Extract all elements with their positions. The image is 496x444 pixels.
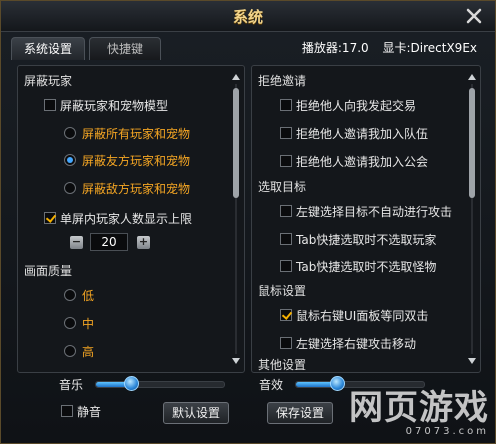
section-other: 其他设置 [258, 358, 307, 372]
scroll-up-icon[interactable] [232, 74, 240, 80]
decrease-button[interactable]: − [70, 236, 83, 249]
scroll-up-icon[interactable] [468, 74, 476, 80]
tab-no-monster-checkbox[interactable] [280, 260, 292, 272]
right-settings-panel: 拒绝邀请 拒绝他人向我发起交易 拒绝他人邀请我加入队伍 拒绝他人邀请我加入公会 … [251, 65, 481, 373]
hide-enemy-label: 屏蔽敌方玩家和宠物 [82, 182, 191, 196]
quality-high-label: 高 [82, 345, 95, 359]
mute-label: 静音 [77, 405, 102, 419]
quality-low-label: 低 [82, 289, 95, 303]
hide-all-label: 屏蔽所有玩家和宠物 [82, 127, 191, 141]
window-title: 系统 [232, 8, 263, 26]
player-limit-checkbox[interactable] [44, 212, 56, 224]
refuse-guild-label: 拒绝他人邀请我加入公会 [296, 155, 429, 169]
tab-no-player-label: Tab快捷选取时不选取玩家 [296, 233, 437, 247]
hide-models-label: 屏蔽玩家和宠物模型 [60, 99, 169, 113]
left-settings-panel: 屏蔽玩家 屏蔽玩家和宠物模型 屏蔽所有玩家和宠物 屏蔽友方玩家和宠物 屏蔽敌方玩… [17, 65, 245, 373]
hide-models-checkbox[interactable] [44, 99, 56, 111]
quality-mid-radio[interactable] [64, 317, 76, 329]
close-icon [466, 8, 482, 24]
watermark-logo: 网页游戏 07073.com [349, 390, 489, 437]
title-bar: 系统 [1, 1, 495, 32]
section-target: 选取目标 [258, 180, 307, 194]
refuse-trade-label: 拒绝他人向我发起交易 [296, 99, 417, 113]
quality-high-radio[interactable] [64, 345, 76, 357]
tab-system-settings[interactable]: 系统设置 [11, 37, 85, 60]
player-limit-value[interactable]: 20 [90, 233, 128, 251]
refuse-trade-checkbox[interactable] [280, 99, 292, 111]
sfx-label: 音效 [259, 378, 284, 392]
refuse-team-checkbox[interactable] [280, 127, 292, 139]
minus-icon: − [71, 235, 82, 248]
refuse-team-label: 拒绝他人邀请我加入队伍 [296, 127, 429, 141]
no-auto-attack-checkbox[interactable] [280, 205, 292, 217]
quality-low-radio[interactable] [64, 289, 76, 301]
music-slider[interactable] [95, 376, 225, 392]
section-quality: 画面质量 [24, 264, 73, 278]
no-auto-attack-label: 左键选择目标不自动进行攻击 [296, 205, 453, 219]
hide-all-radio[interactable] [64, 127, 76, 139]
scroll-down-icon[interactable] [232, 358, 240, 364]
player-limit-label: 单屏内玩家人数显示上限 [60, 212, 193, 226]
close-button[interactable] [465, 7, 483, 25]
music-label: 音乐 [59, 378, 84, 392]
hide-enemy-radio[interactable] [64, 182, 76, 194]
gpu-info: 显卡:DirectX9Ex [382, 41, 477, 55]
right-click-ui-checkbox[interactable] [280, 309, 292, 321]
right-scrollbar[interactable] [468, 74, 476, 364]
version-info: 播放器:17.0 显卡:DirectX9Ex [292, 39, 477, 56]
left-select-right-attack-checkbox[interactable] [280, 337, 292, 349]
scroll-thumb[interactable] [233, 88, 239, 198]
hide-friendly-label: 屏蔽友方玩家和宠物 [82, 154, 191, 168]
watermark-text: 网页游戏 [349, 388, 489, 428]
left-scrollbar[interactable] [232, 74, 240, 364]
plus-icon: + [138, 235, 149, 248]
system-window: 系统 系统设置 快捷键 播放器:17.0 显卡:DirectX9Ex 屏蔽玩家 … [0, 0, 496, 444]
hide-friendly-radio[interactable] [64, 154, 76, 166]
quality-mid-label: 中 [82, 317, 95, 331]
refuse-guild-checkbox[interactable] [280, 155, 292, 167]
tab-no-player-checkbox[interactable] [280, 233, 292, 245]
section-refuse: 拒绝邀请 [258, 74, 307, 88]
mute-checkbox[interactable] [61, 405, 73, 417]
increase-button[interactable]: + [137, 236, 150, 249]
scroll-thumb[interactable] [469, 88, 475, 198]
default-settings-button[interactable]: 默认设置 [163, 402, 229, 424]
sfx-slider-knob[interactable] [330, 376, 345, 391]
player-version: 播放器:17.0 [301, 41, 369, 55]
scroll-down-icon[interactable] [468, 358, 476, 364]
section-hide-players: 屏蔽玩家 [24, 74, 73, 88]
tab-no-monster-label: Tab快捷选取时不选取怪物 [296, 260, 437, 274]
music-slider-knob[interactable] [124, 376, 139, 391]
section-mouse: 鼠标设置 [258, 284, 307, 298]
right-click-ui-label: 鼠标右键UI面板等同双击 [296, 309, 429, 323]
save-settings-button[interactable]: 保存设置 [267, 402, 333, 424]
tab-shortcuts[interactable]: 快捷键 [89, 37, 161, 60]
left-select-right-attack-label: 左键选择右键攻击移动 [296, 337, 417, 351]
